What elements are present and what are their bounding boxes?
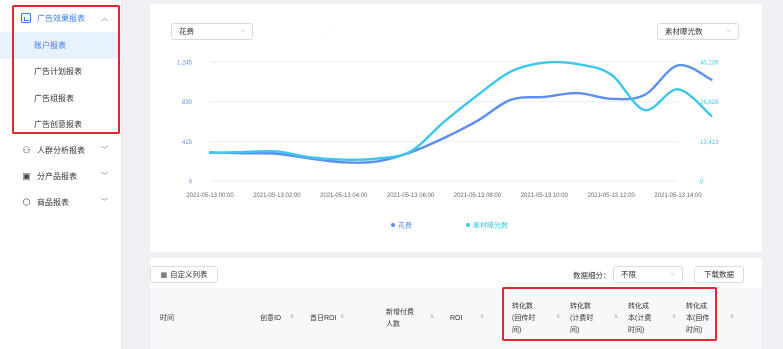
sidebar-item-audience-report[interactable]: ⚇ 人群分析报表 ﹀ <box>0 137 122 163</box>
sort-icon[interactable]: ⇅ <box>480 314 484 320</box>
x-tick-label: 2021-05-13 10:00 <box>521 193 569 199</box>
sort-icon[interactable]: ⇅ <box>430 314 434 320</box>
sort-icon[interactable]: ⇅ <box>290 314 294 320</box>
sidebar-item-label: 人群分析报表 <box>37 145 85 155</box>
x-tick-label: 2021-05-13 12:00 <box>587 193 635 199</box>
x-tick-label: 2021-05-13 00:00 <box>186 193 234 199</box>
chevron-down-icon: ﹀ <box>101 173 108 180</box>
chart-panel: 花费 ⌵ 素材曝光数 ⌵ 0 0 415 13,413 830 26,826 1,245 40… <box>150 4 762 252</box>
series-line-right <box>208 60 713 161</box>
column-header[interactable]: 创意ID <box>260 313 281 325</box>
download-data-button[interactable]: 下载数据 <box>694 266 744 283</box>
document-icon: ▣ <box>22 170 31 181</box>
x-tick-label: 2021-05-13 02:00 <box>253 193 301 199</box>
y-left-tick-label: 415 <box>182 140 193 146</box>
y-right-tick-label: 26,826 <box>700 100 719 106</box>
custom-columns-button[interactable]: ▦ 自定义列表 <box>150 266 218 283</box>
chevron-down-icon: ﹀ <box>101 147 108 154</box>
sidebar-item-goods-report[interactable]: ⬡ 商品报表 ﹀ <box>0 189 122 215</box>
x-tick-label: 2021-05-13 04:00 <box>320 193 368 199</box>
box-icon: ⬡ <box>22 196 31 207</box>
column-header[interactable]: ROI <box>450 313 462 325</box>
line-chart: 0 0 415 13,413 830 26,826 1,245 40,239 2021-05-1… <box>177 60 719 230</box>
y-left-tick-label: 830 <box>182 100 193 106</box>
sort-icon[interactable]: ⇅ <box>730 314 734 320</box>
column-header[interactable]: 时间 <box>160 313 174 325</box>
highlight-box-sidebar <box>12 5 120 134</box>
highlight-box-conversion-columns <box>502 287 717 341</box>
legend-marker <box>391 223 395 227</box>
granularity-select[interactable]: 不限 ⌵ <box>613 266 683 283</box>
x-tick-label: 2021-05-13 14:00 <box>654 193 702 199</box>
people-icon: ⚇ <box>22 144 31 155</box>
y-right-tick-label: 13,413 <box>700 140 719 146</box>
legend-label: 花费 <box>398 221 412 230</box>
chevron-down-icon: ⌵ <box>670 271 675 277</box>
legend-label: 素材曝光数 <box>473 221 508 230</box>
legend-marker <box>466 223 470 227</box>
column-header[interactable]: 首日ROI <box>310 313 336 325</box>
y-right-tick-label: 0 <box>700 180 704 186</box>
y-left-tick-label: 1,245 <box>177 61 193 67</box>
x-tick-label: 2021-05-13 08:00 <box>454 193 502 199</box>
sort-icon[interactable]: ⇅ <box>340 314 344 320</box>
column-header[interactable]: 新增付费 人数 <box>386 307 414 331</box>
x-tick-label: 2021-05-13 06:00 <box>387 193 435 199</box>
sidebar-item-product-split-report[interactable]: ▣ 分产品报表 ﹀ <box>0 163 122 189</box>
granularity-value: 不限 <box>621 270 636 279</box>
table-icon: ▦ <box>160 271 168 279</box>
y-right-tick-label: 40,239 <box>700 61 719 67</box>
sidebar-item-label: 商品报表 <box>37 197 69 207</box>
custom-columns-label: 自定义列表 <box>170 270 208 279</box>
chevron-down-icon: ﹀ <box>101 199 108 206</box>
series-line-left <box>208 63 713 164</box>
y-left-tick-label: 0 <box>189 180 193 186</box>
download-label: 下载数据 <box>704 270 734 279</box>
sidebar-item-label: 分产品报表 <box>37 171 77 181</box>
granularity-label: 数据细分： <box>573 271 611 280</box>
